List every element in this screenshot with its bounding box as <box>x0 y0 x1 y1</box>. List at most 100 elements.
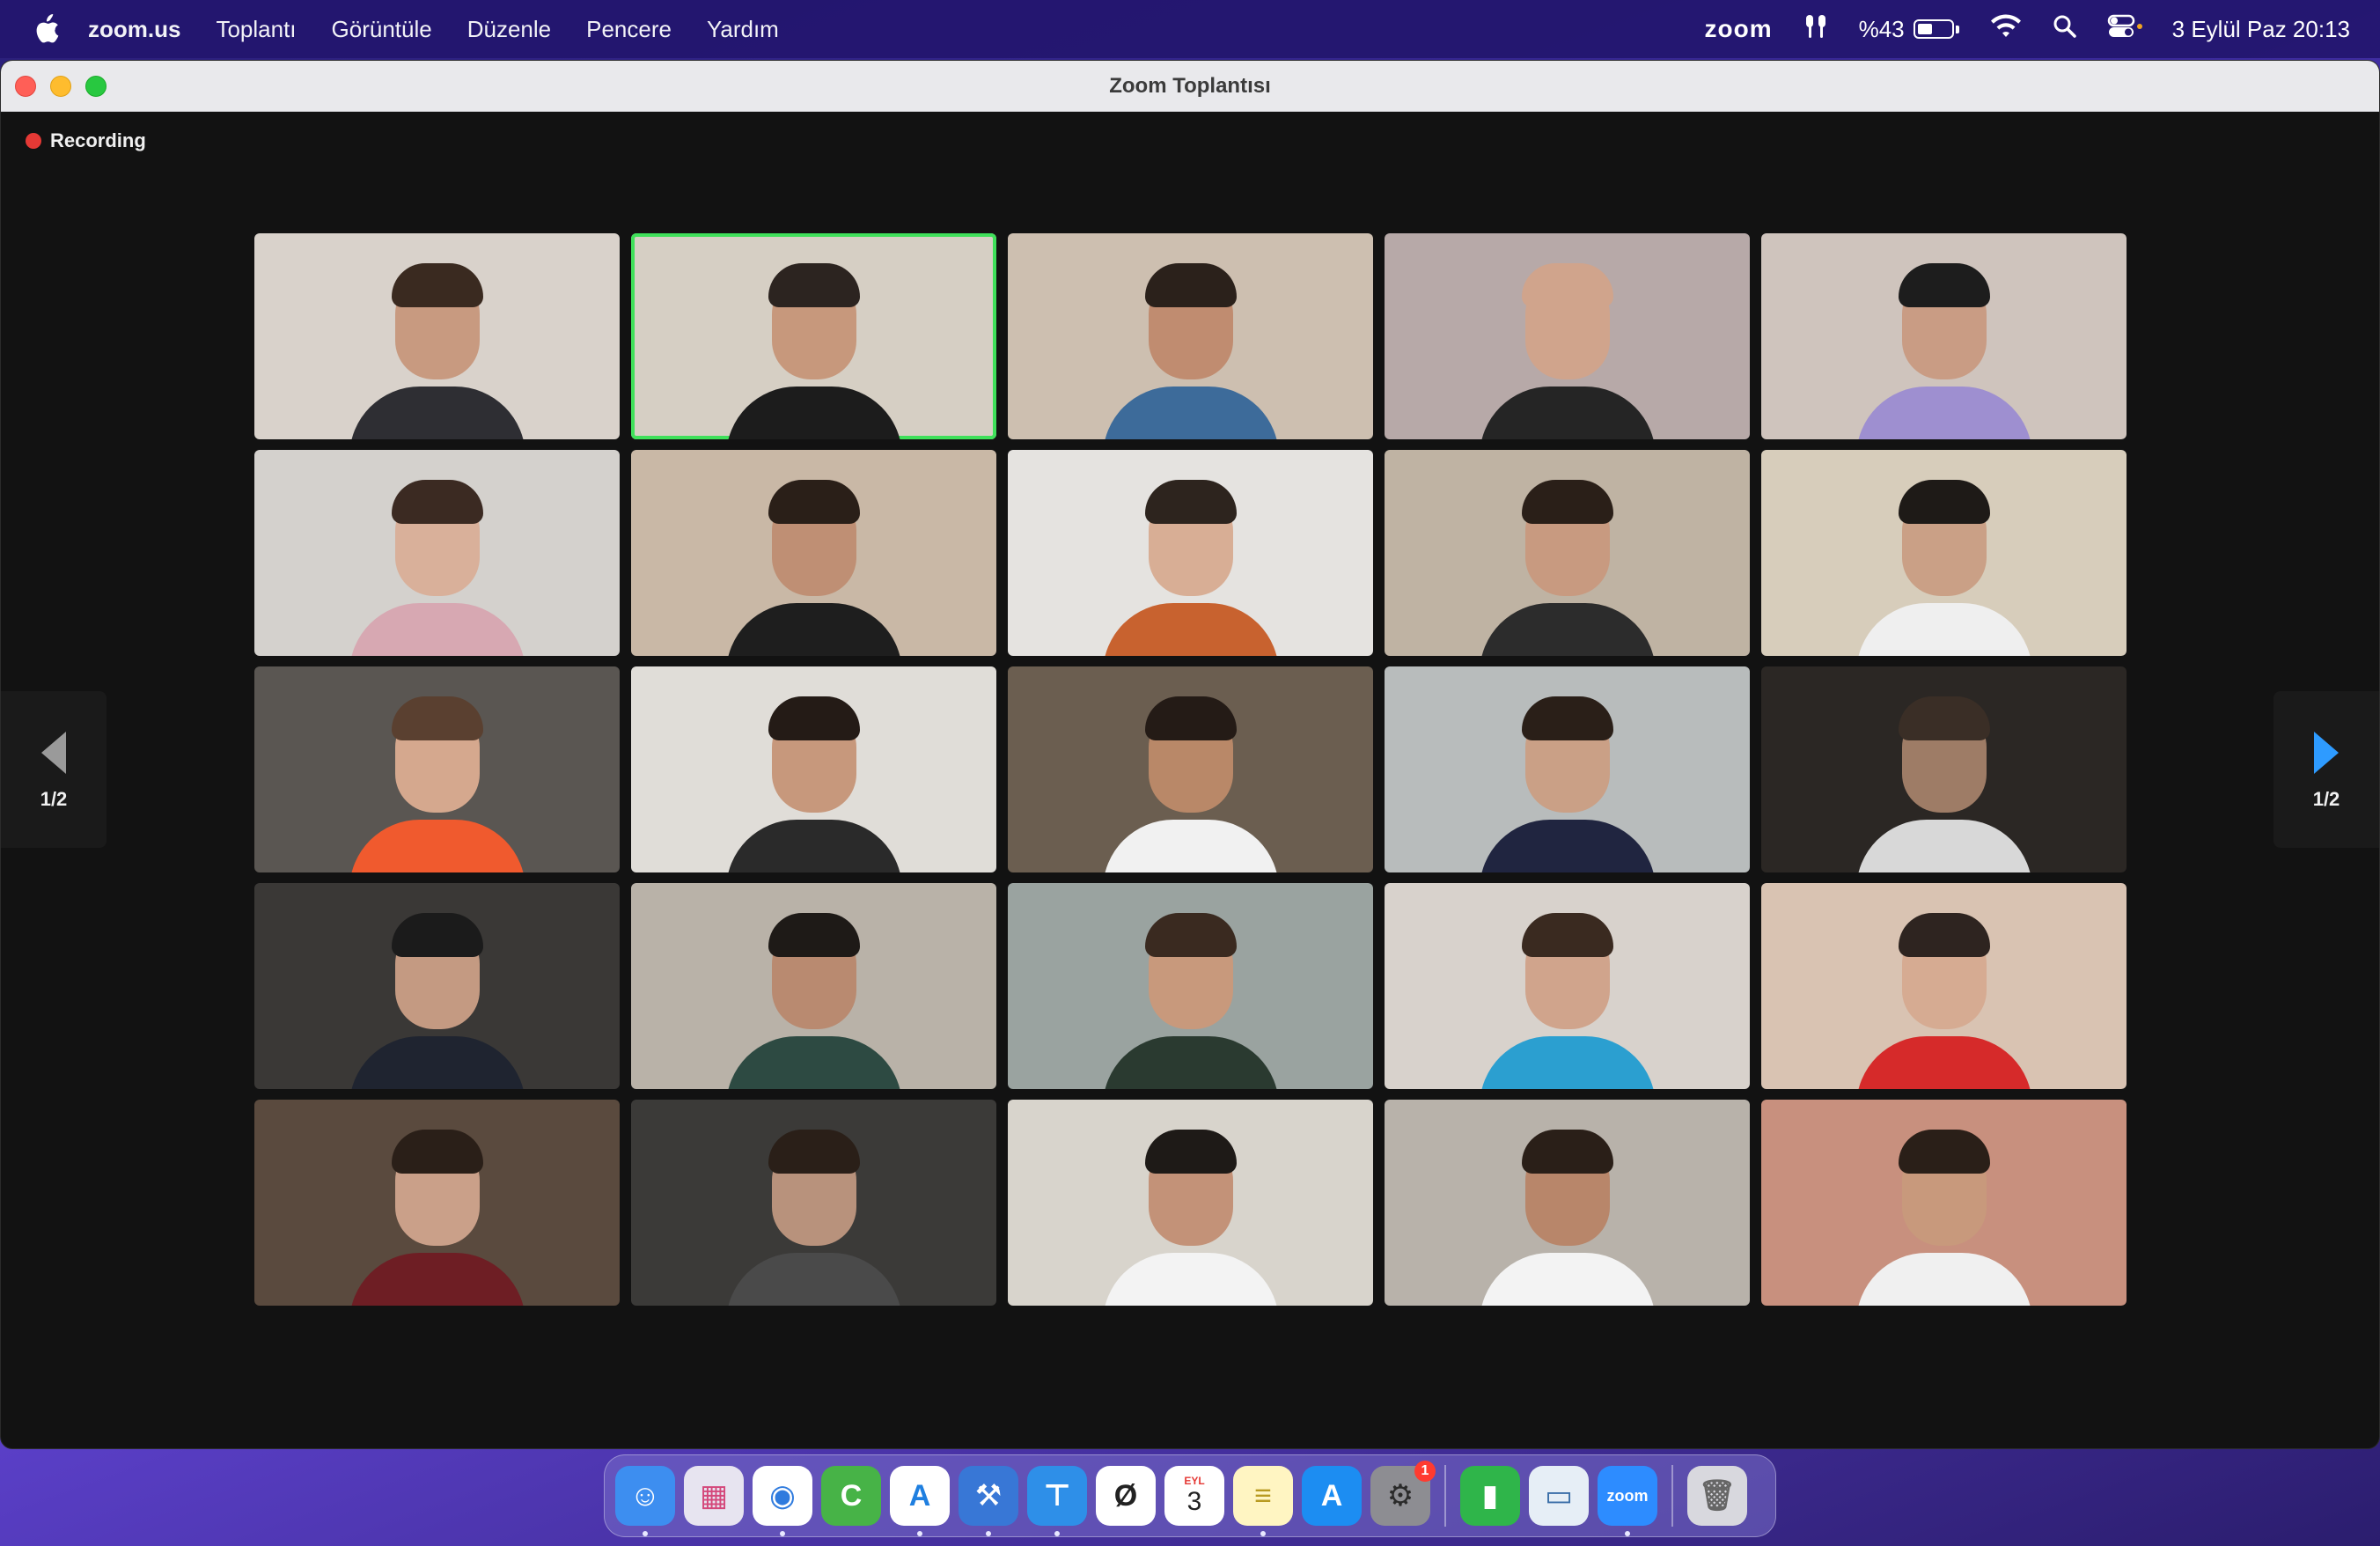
previous-page-button[interactable]: 1/2 <box>1 691 107 848</box>
dock-icon-glyph: ◉ <box>769 1479 796 1513</box>
participant-video-tile-speaking[interactable] <box>631 233 996 439</box>
participant-hair <box>391 696 483 740</box>
apple-menu-icon[interactable] <box>32 14 62 44</box>
next-page-button[interactable]: 1/2 <box>2273 691 2379 848</box>
page-indicator-right: 1/2 <box>2312 788 2340 810</box>
participant-video-tile[interactable] <box>1008 1100 1373 1306</box>
participant-video-tile[interactable] <box>1761 666 2127 872</box>
participant-silhouette <box>1102 471 1279 656</box>
app-store-icon[interactable]: A <box>1302 1466 1362 1526</box>
participant-video-tile[interactable] <box>1761 1100 2127 1306</box>
participant-hair <box>1898 263 1990 307</box>
calendar-icon[interactable]: EYL 3 <box>1164 1466 1224 1526</box>
zoom-meeting-window: Zoom Toplantısı Recording 1/2 1/2 <box>0 60 2380 1449</box>
xcode-icon[interactable]: ⚒ <box>959 1466 1018 1536</box>
running-indicator-dot <box>1625 1531 1630 1536</box>
close-window-button[interactable] <box>15 76 36 97</box>
menu-app-name[interactable]: zoom.us <box>88 16 180 43</box>
participant-video-tile[interactable] <box>1385 450 1750 656</box>
camtasia-icon[interactable]: C <box>821 1466 881 1526</box>
date-time[interactable]: 3 Eylül Paz 20:13 <box>2172 16 2350 43</box>
dock: ☺ ▦ ◉ C A ⚒ ⊤ Ø EYL 3 ≡ A ⚙ 1 ▮ ▭ zoom 🗑 <box>604 1454 1776 1537</box>
participant-shirt <box>725 386 902 439</box>
participant-video-tile[interactable] <box>254 666 620 872</box>
participant-video-tile[interactable] <box>631 666 996 872</box>
participant-video-tile[interactable] <box>254 450 620 656</box>
participant-video-tile[interactable] <box>631 1100 996 1306</box>
menu-duzenle[interactable]: Düzenle <box>467 16 551 43</box>
participant-silhouette <box>1102 688 1279 872</box>
participant-video-tile[interactable] <box>1761 450 2127 656</box>
participant-video-tile[interactable] <box>1761 233 2127 439</box>
menu-yardim[interactable]: Yardım <box>707 16 779 43</box>
participant-video-tile[interactable] <box>254 1100 620 1306</box>
participant-silhouette <box>349 904 525 1089</box>
participant-video-tile[interactable] <box>1008 450 1373 656</box>
chrome-icon[interactable]: ◉ <box>753 1466 812 1536</box>
participant-video-tile[interactable] <box>254 233 620 439</box>
participant-hair <box>1898 696 1990 740</box>
numbers-icon[interactable]: ▮ <box>1460 1466 1520 1526</box>
font-book-icon[interactable]: A <box>890 1466 950 1536</box>
participant-shirt <box>725 603 902 656</box>
participant-video-tile[interactable] <box>631 883 996 1089</box>
finder-icon[interactable]: ☺ <box>615 1466 675 1536</box>
menu-toplanti[interactable]: Toplantı <box>216 16 296 43</box>
control-center-icon[interactable] <box>2107 14 2142 45</box>
airpods-icon[interactable] <box>1803 11 1829 48</box>
participant-silhouette <box>1855 904 2032 1089</box>
dock-icon-glyph: ⚙ <box>1386 1479 1414 1513</box>
participant-video-tile[interactable] <box>1385 1100 1750 1306</box>
participant-shirt <box>349 820 525 872</box>
participant-hair <box>768 913 860 957</box>
participant-shirt <box>349 1253 525 1306</box>
scrobbles-icon[interactable]: Ø <box>1096 1466 1156 1526</box>
recording-indicator: Recording <box>26 129 146 152</box>
participant-shirt <box>1102 820 1279 872</box>
system-settings-icon[interactable]: ⚙ 1 <box>1370 1461 1436 1526</box>
wifi-icon[interactable] <box>1989 13 2023 46</box>
participant-video-tile[interactable] <box>631 450 996 656</box>
preview-icon[interactable]: ▭ <box>1529 1466 1589 1526</box>
participant-video-tile[interactable] <box>1008 233 1373 439</box>
participant-hair <box>1144 1130 1237 1174</box>
launchpad-icon[interactable]: ▦ <box>684 1466 744 1526</box>
fullscreen-window-button[interactable] <box>85 76 107 97</box>
dock-icon-glyph: ≡ <box>1254 1478 1272 1513</box>
participant-shirt <box>1479 1253 1656 1306</box>
participant-shirt <box>1855 603 2032 656</box>
participant-video-tile[interactable] <box>1385 233 1750 439</box>
battery-status[interactable]: %43 <box>1859 16 1959 43</box>
participant-hair <box>391 913 483 957</box>
participant-shirt <box>349 1036 525 1089</box>
keynote-icon[interactable]: ⊤ <box>1027 1466 1087 1536</box>
participant-hair <box>1898 913 1990 957</box>
participant-video-tile[interactable] <box>1008 666 1373 872</box>
dock-icon-glyph: A <box>908 1478 931 1513</box>
search-icon[interactable] <box>2053 14 2077 45</box>
participant-silhouette <box>1102 1121 1279 1306</box>
zoom-status-item[interactable]: zoom <box>1704 15 1772 43</box>
page-indicator-left: 1/2 <box>40 788 68 810</box>
participant-hair <box>391 263 483 307</box>
recording-dot-icon <box>26 133 41 149</box>
menu-goruntule[interactable]: Görüntüle <box>332 16 432 43</box>
trash-icon[interactable]: 🗑 <box>1687 1466 1747 1526</box>
participant-shirt <box>1102 1036 1279 1089</box>
participant-video-tile[interactable] <box>1761 883 2127 1089</box>
participant-silhouette <box>725 688 902 872</box>
recording-label: Recording <box>50 129 146 151</box>
participant-video-tile[interactable] <box>1385 883 1750 1089</box>
menu-pencere[interactable]: Pencere <box>586 16 672 43</box>
participant-silhouette <box>1479 904 1656 1089</box>
minimize-window-button[interactable] <box>50 76 71 97</box>
participant-video-tile[interactable] <box>254 883 620 1089</box>
dock-icon-glyph: zoom <box>1606 1486 1649 1505</box>
window-controls <box>15 76 107 97</box>
notes-icon[interactable]: ≡ <box>1233 1466 1293 1536</box>
participant-video-tile[interactable] <box>1385 666 1750 872</box>
participant-video-tile[interactable] <box>1008 883 1373 1089</box>
zoom-icon[interactable]: zoom <box>1598 1466 1657 1536</box>
participant-hair <box>1521 480 1613 524</box>
dock-icon-glyph: Ø <box>1113 1478 1138 1513</box>
